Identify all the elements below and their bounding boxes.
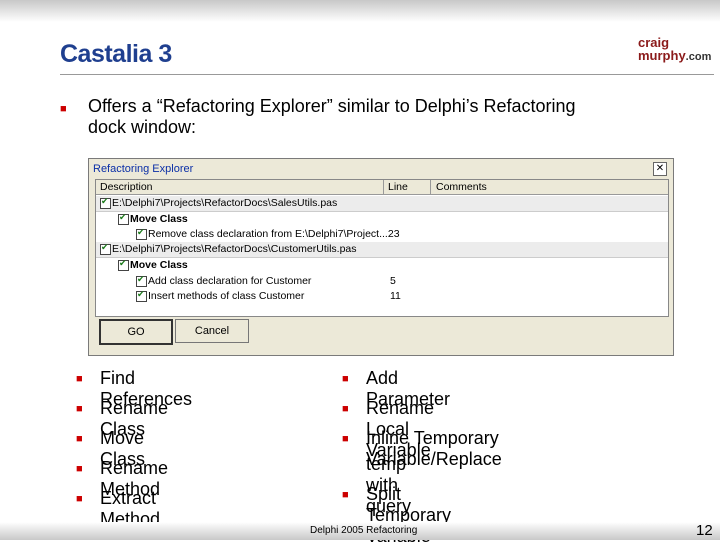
line-number: 11 <box>390 290 401 302</box>
top-gradient-bar <box>0 0 720 22</box>
list-item[interactable]: Remove class declaration from E:\Delphi7… <box>96 227 668 242</box>
title-divider <box>60 74 714 75</box>
bullet-icon: ■ <box>342 373 349 385</box>
footer-text: Delphi 2005 Refactoring <box>310 525 418 536</box>
list-header: Description Line Comments <box>96 180 668 195</box>
go-button[interactable]: GO <box>99 319 173 345</box>
logo: craig murphy.com <box>638 36 711 64</box>
close-icon[interactable]: ✕ <box>653 162 667 176</box>
list-item[interactable]: E:\Delphi7\Projects\RefactorDocs\Custome… <box>96 242 668 258</box>
bullet-icon: ■ <box>76 493 83 505</box>
bullet-icon: ■ <box>76 433 83 445</box>
checkbox-icon[interactable] <box>136 227 147 240</box>
checkbox-icon[interactable] <box>100 196 111 209</box>
logo-line2: murphy.com <box>638 48 712 63</box>
bullet-icon: ■ <box>76 373 83 385</box>
bullet-icon: ■ <box>342 403 349 415</box>
checkbox-icon[interactable] <box>118 212 129 225</box>
list-item[interactable]: E:\Delphi7\Projects\RefactorDocs\SalesUt… <box>96 196 668 212</box>
intro-bullet: ■ Offers a “Refactoring Explorer” similar… <box>60 96 680 138</box>
column-divider[interactable] <box>430 180 431 194</box>
list-item[interactable]: Insert methods of class Customer 11 <box>96 289 668 304</box>
page-number: 12 <box>696 522 713 539</box>
column-header-comments[interactable]: Comments <box>436 181 487 193</box>
window-title: Refactoring Explorer <box>93 163 194 175</box>
refactoring-list[interactable]: Description Line Comments E:\Delphi7\Pro… <box>95 179 669 317</box>
bullet-icon: ■ <box>76 463 83 475</box>
intro-line2: dock window: <box>88 117 197 137</box>
bullet-icon: ■ <box>342 489 349 501</box>
column-divider[interactable] <box>383 180 384 194</box>
bullet-icon: ■ <box>60 103 67 115</box>
checkbox-icon[interactable] <box>100 242 111 255</box>
list-item[interactable]: Add class declaration for Customer 5 <box>96 274 668 289</box>
checkbox-icon[interactable] <box>136 274 147 287</box>
refactoring-explorer-window: Refactoring Explorer ✕ Description Line … <box>88 158 674 356</box>
bullet-icon: ■ <box>342 433 349 445</box>
line-number: 5 <box>390 275 396 287</box>
slide-title: Castalia 3 <box>60 40 172 68</box>
list-item[interactable]: Move Class <box>96 258 668 273</box>
list-item[interactable]: Move Class <box>96 212 668 227</box>
bullet-icon: ■ <box>76 403 83 415</box>
cancel-button[interactable]: Cancel <box>175 319 249 343</box>
window-titlebar: Refactoring Explorer ✕ <box>89 159 673 179</box>
column-header-line[interactable]: Line <box>388 181 408 193</box>
column-header-description[interactable]: Description <box>100 181 153 193</box>
checkbox-icon[interactable] <box>136 289 147 302</box>
checkbox-icon[interactable] <box>118 258 129 271</box>
intro-line1: Offers a “Refactoring Explorer” similar … <box>88 96 576 116</box>
